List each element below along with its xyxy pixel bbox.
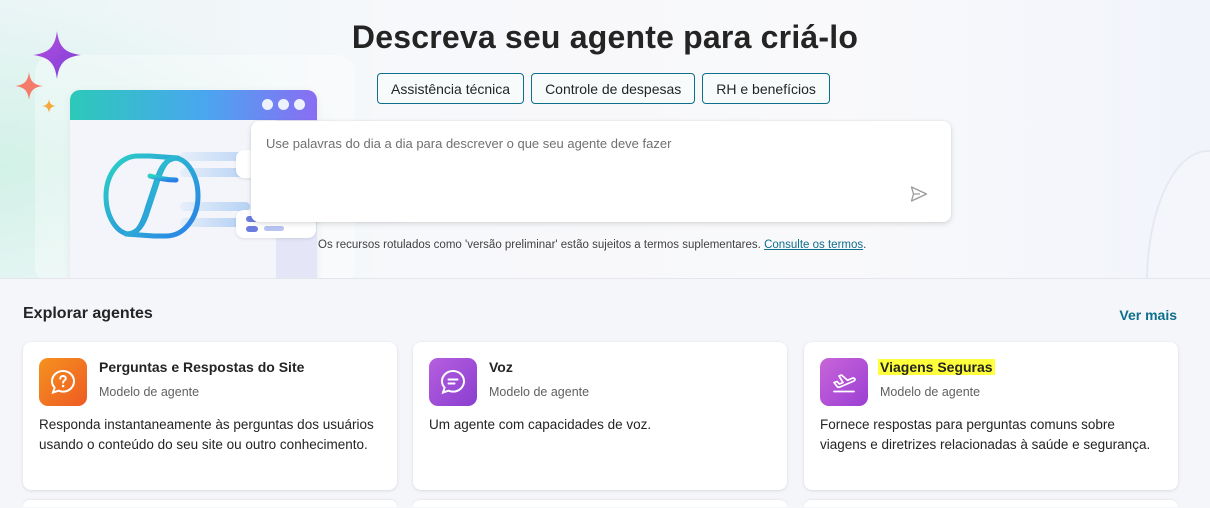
card-title: Perguntas e Respostas do Site bbox=[99, 359, 304, 375]
terms-link[interactable]: Consulte os termos bbox=[764, 239, 863, 251]
agent-card-voz[interactable]: Voz Modelo de agente Um agente com capac… bbox=[413, 342, 787, 490]
agent-card-viagens-seguras[interactable]: Viagens Seguras Modelo de agente Fornece… bbox=[804, 342, 1178, 490]
card-subtitle: Modelo de agente bbox=[880, 385, 980, 399]
sparkle-tiny-icon bbox=[42, 99, 56, 113]
card-subtitle: Modelo de agente bbox=[99, 385, 199, 399]
section-title: Explorar agentes bbox=[23, 305, 153, 323]
card-description: Responda instantaneamente às perguntas d… bbox=[39, 415, 384, 455]
next-card-peek bbox=[413, 500, 787, 507]
next-card-peek bbox=[804, 500, 1178, 507]
chip-controle-despesas[interactable]: Controle de despesas bbox=[531, 73, 695, 104]
question-chat-icon bbox=[39, 358, 87, 406]
next-card-peek bbox=[23, 500, 397, 507]
card-title: Viagens Seguras bbox=[878, 359, 995, 375]
copilot-logo-icon bbox=[100, 150, 205, 242]
explore-agents-section: Explorar agentes Ver mais Perguntas e Re… bbox=[0, 278, 1210, 508]
chip-rh-beneficios[interactable]: RH e benefícios bbox=[702, 73, 830, 104]
card-description: Um agente com capacidades de voz. bbox=[429, 415, 774, 435]
hero-banner: Descreva seu agente para criá-lo Assistê… bbox=[0, 0, 1210, 278]
send-icon[interactable] bbox=[909, 184, 929, 204]
card-title: Voz bbox=[489, 359, 513, 375]
decorative-arc bbox=[1146, 150, 1210, 278]
airplane-takeoff-icon bbox=[820, 358, 868, 406]
page-title: Descreva seu agente para criá-lo bbox=[0, 19, 1210, 56]
preview-disclaimer: Os recursos rotulados como 'versão preli… bbox=[318, 239, 866, 251]
see-more-link[interactable]: Ver mais bbox=[1119, 307, 1177, 323]
card-subtitle: Modelo de agente bbox=[489, 385, 589, 399]
chip-assistencia-tecnica[interactable]: Assistência técnica bbox=[377, 73, 524, 104]
sparkle-small-icon bbox=[15, 72, 43, 100]
chat-bubble-icon bbox=[429, 358, 477, 406]
agent-card-site-qa[interactable]: Perguntas e Respostas do Site Modelo de … bbox=[23, 342, 397, 490]
prompt-placeholder: Use palavras do dia a dia para descrever… bbox=[266, 136, 671, 151]
suggestion-chips: Assistência técnica Controle de despesas… bbox=[377, 73, 830, 104]
card-description: Fornece respostas para perguntas comuns … bbox=[820, 415, 1165, 455]
agent-description-input[interactable]: Use palavras do dia a dia para descrever… bbox=[251, 121, 951, 222]
